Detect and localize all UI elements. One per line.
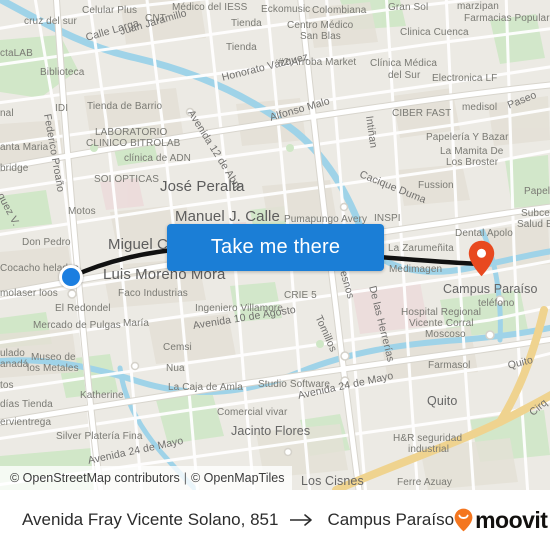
map-attribution: © OpenStreetMap contributors | © OpenMap…: [0, 466, 293, 490]
map-canvas[interactable]: cruz del sur Celular Plus CNT Médico del IE…: [0, 0, 550, 490]
route-footer: Avenida Fray Vicente Solano, 851 Campus …: [0, 490, 550, 550]
destination-pin-icon[interactable]: [468, 240, 495, 277]
moovit-logo[interactable]: moovit: [454, 506, 548, 534]
route-destination-label: Campus Paraíso: [327, 510, 455, 529]
arrow-right-icon: [278, 513, 327, 527]
attribution-tiles[interactable]: © OpenMapTiles: [191, 471, 285, 485]
moovit-wordmark: moovit: [475, 506, 548, 533]
attribution-separator: |: [183, 471, 187, 485]
moovit-pin-icon: [454, 508, 473, 532]
route-origin-label: Avenida Fray Vicente Solano, 851: [22, 510, 279, 529]
route-summary: Avenida Fray Vicente Solano, 851 Campus …: [22, 510, 454, 530]
take-me-there-button[interactable]: Take me there: [167, 224, 384, 271]
current-location-dot[interactable]: [59, 265, 83, 289]
attribution-osm[interactable]: © OpenStreetMap contributors: [10, 471, 180, 485]
moovit-route-card: cruz del sur Celular Plus CNT Médico del IE…: [0, 0, 550, 550]
